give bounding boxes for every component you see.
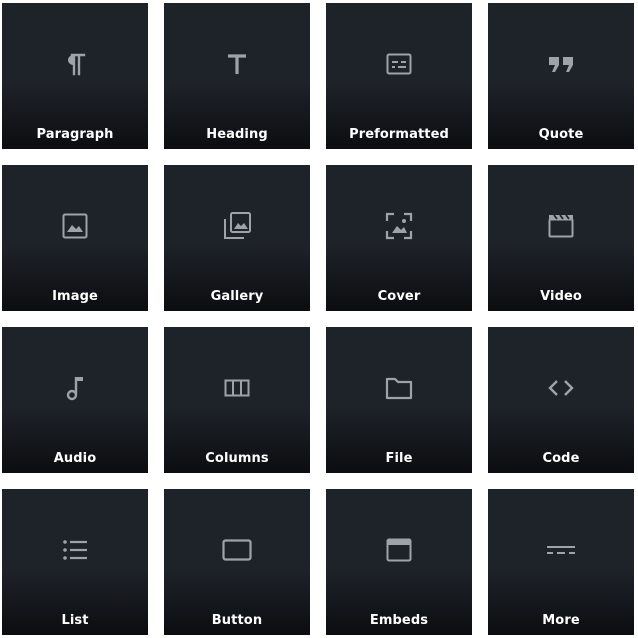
block-label: Embeds bbox=[369, 613, 429, 628]
block-code[interactable]: Code bbox=[488, 327, 634, 473]
heading-icon bbox=[221, 48, 253, 80]
block-embeds[interactable]: Embeds bbox=[326, 489, 472, 635]
block-label: More bbox=[542, 613, 580, 628]
block-more[interactable]: More bbox=[488, 489, 634, 635]
block-label: Video bbox=[540, 289, 582, 304]
block-audio[interactable]: Audio bbox=[2, 327, 148, 473]
block-file[interactable]: File bbox=[326, 327, 472, 473]
image-icon bbox=[59, 210, 91, 242]
block-label: Gallery bbox=[210, 289, 264, 304]
block-inserter-grid: Paragraph Heading Preformatted Quote Ima… bbox=[2, 3, 636, 635]
block-video[interactable]: Video bbox=[488, 165, 634, 311]
block-quote[interactable]: Quote bbox=[488, 3, 634, 149]
block-gallery[interactable]: Gallery bbox=[164, 165, 310, 311]
embeds-icon bbox=[383, 534, 415, 566]
block-label: Quote bbox=[538, 127, 584, 142]
audio-icon bbox=[59, 372, 91, 404]
block-label: Button bbox=[211, 613, 263, 628]
paragraph-icon bbox=[59, 48, 91, 80]
block-label: Preformatted bbox=[349, 127, 449, 142]
quote-icon bbox=[545, 48, 577, 80]
more-icon bbox=[545, 534, 577, 566]
code-icon bbox=[545, 372, 577, 404]
file-icon bbox=[383, 372, 415, 404]
gallery-icon bbox=[221, 210, 253, 242]
block-image[interactable]: Image bbox=[2, 165, 148, 311]
block-label: Heading bbox=[206, 127, 268, 142]
list-icon bbox=[59, 534, 91, 566]
block-label: Audio bbox=[53, 451, 97, 466]
block-label: List bbox=[61, 613, 89, 628]
block-label: Code bbox=[542, 451, 580, 466]
block-heading[interactable]: Heading bbox=[164, 3, 310, 149]
preformatted-icon bbox=[383, 48, 415, 80]
block-preformatted[interactable]: Preformatted bbox=[326, 3, 472, 149]
button-icon bbox=[221, 534, 253, 566]
block-list[interactable]: List bbox=[2, 489, 148, 635]
block-paragraph[interactable]: Paragraph bbox=[2, 3, 148, 149]
block-label: Image bbox=[52, 289, 98, 304]
columns-icon bbox=[221, 372, 253, 404]
block-label: File bbox=[385, 451, 413, 466]
block-label: Cover bbox=[377, 289, 421, 304]
block-button[interactable]: Button bbox=[164, 489, 310, 635]
block-columns[interactable]: Columns bbox=[164, 327, 310, 473]
block-label: Paragraph bbox=[36, 127, 114, 142]
video-icon bbox=[545, 210, 577, 242]
cover-icon bbox=[383, 210, 415, 242]
block-label: Columns bbox=[205, 451, 269, 466]
block-cover[interactable]: Cover bbox=[326, 165, 472, 311]
